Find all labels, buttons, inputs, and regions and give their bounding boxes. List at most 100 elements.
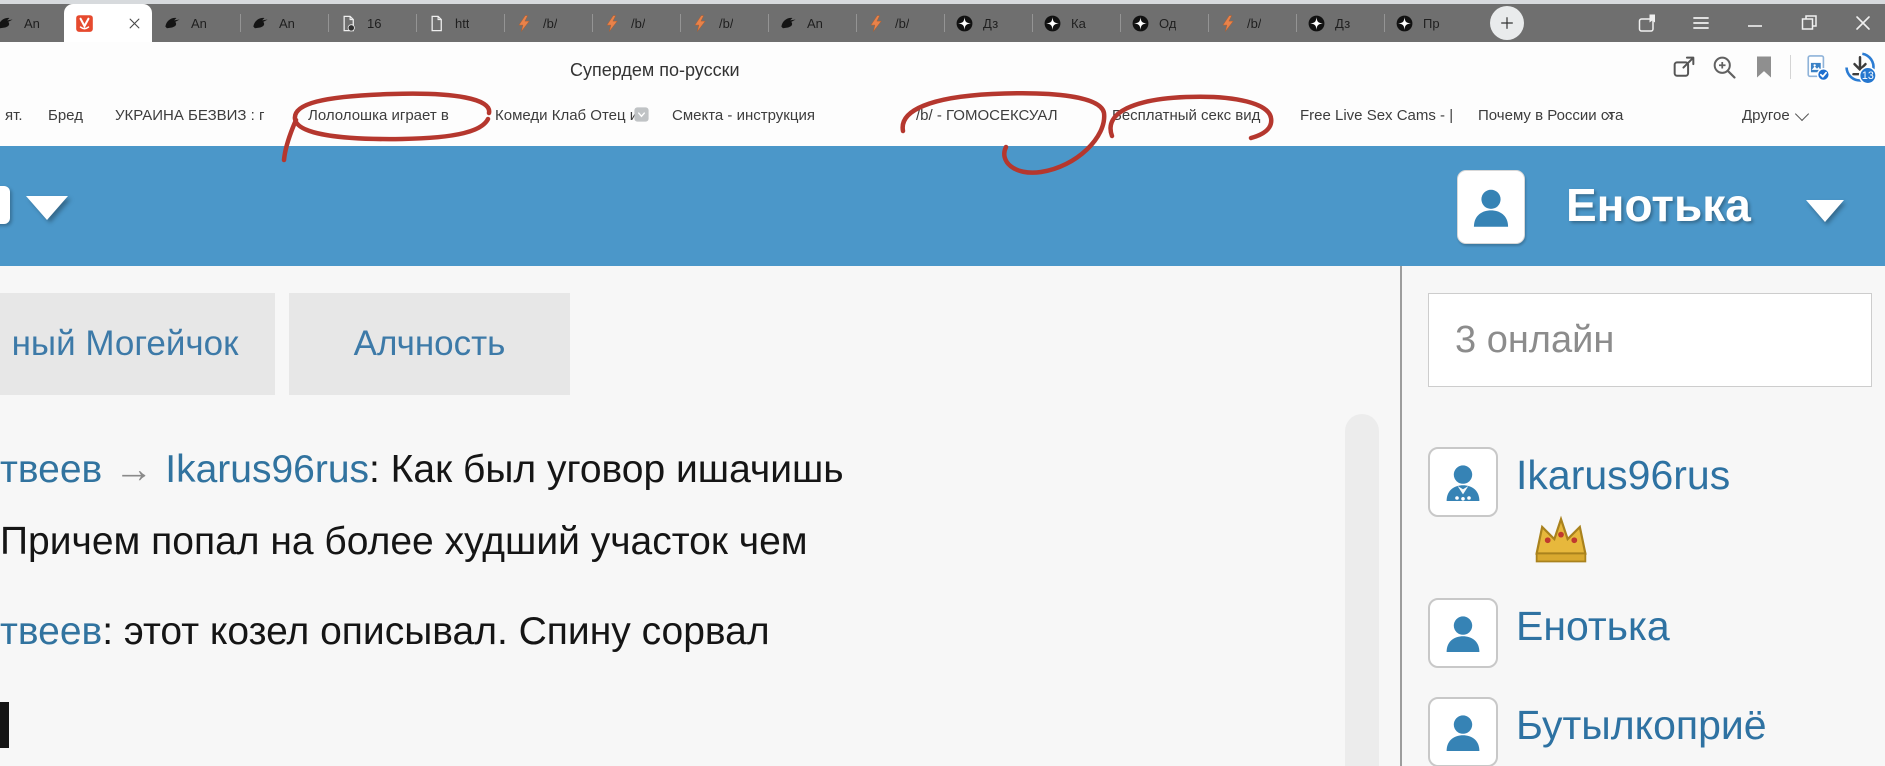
bookmark-item[interactable]: /b/ - ГОМОСЕКСУАЛ bbox=[916, 107, 1058, 124]
bookmark-favicon[interactable] bbox=[633, 106, 650, 123]
browser-tab[interactable]: An bbox=[240, 4, 328, 42]
browser-tab[interactable]: Ка bbox=[1032, 4, 1120, 42]
menu-icon[interactable] bbox=[1689, 11, 1713, 35]
user-list-name[interactable]: Ikarus96rus bbox=[1516, 452, 1730, 499]
chat-sender-link[interactable]: твеев bbox=[0, 610, 102, 653]
tab-title: Од bbox=[1159, 16, 1176, 31]
chat-text: Причем попал на более худший участок чем bbox=[0, 520, 808, 563]
bookmark-item[interactable]: Free Live Sex Cams - | bbox=[1300, 107, 1453, 124]
chat-text: : Как был уговор ишачишь bbox=[369, 448, 844, 491]
user-menu[interactable]: Енотька bbox=[1566, 178, 1751, 232]
favorites-icon[interactable] bbox=[1750, 53, 1778, 81]
browser-tab[interactable]: An bbox=[768, 4, 856, 42]
v-logo-icon bbox=[75, 14, 94, 33]
tab-title: /b/ bbox=[895, 16, 909, 31]
chat-scrollbar-thumb[interactable] bbox=[1345, 414, 1379, 766]
tab-actions-icon[interactable] bbox=[1635, 11, 1659, 35]
tab-title: Дз bbox=[983, 16, 998, 31]
browser-tab[interactable]: Од bbox=[1120, 4, 1208, 42]
restore-icon[interactable] bbox=[1797, 11, 1821, 35]
bookmarks-other-label: Другое bbox=[1742, 107, 1790, 124]
browser-tab[interactable]: Дз bbox=[1296, 4, 1384, 42]
browser-tab[interactable]: Дз bbox=[944, 4, 1032, 42]
bookmarks-other-folder[interactable]: Другое bbox=[1742, 107, 1807, 124]
bookmark-item[interactable]: УКРАИНА БЕЗВИЗ : г bbox=[115, 107, 264, 124]
lightning-icon bbox=[1219, 14, 1238, 33]
browser-window: An An An 16 htt /b/ /b/ /b/ An /b/ Дз Ка… bbox=[0, 0, 1885, 766]
browser-tab[interactable]: An bbox=[152, 4, 240, 42]
browser-tab-active[interactable] bbox=[64, 4, 152, 42]
page-title: Супердем по-русски bbox=[570, 60, 740, 81]
browser-tab[interactable]: /b/ bbox=[680, 4, 768, 42]
crown-icon bbox=[1530, 511, 1592, 565]
tab-title: /b/ bbox=[1247, 16, 1261, 31]
user-menu-caret-icon[interactable] bbox=[1806, 200, 1844, 222]
browser-tab[interactable]: htt bbox=[416, 4, 504, 42]
bird-icon bbox=[251, 14, 270, 33]
browser-tab[interactable]: /b/ bbox=[1208, 4, 1296, 42]
bookmark-item[interactable]: Смекта - инструкция bbox=[672, 107, 815, 124]
bird-icon bbox=[779, 14, 798, 33]
chat-sender-link[interactable]: твеев bbox=[0, 448, 102, 491]
browser-tab[interactable]: /b/ bbox=[856, 4, 944, 42]
zen-star-icon bbox=[1043, 14, 1062, 33]
user-list-avatar[interactable] bbox=[1428, 598, 1498, 668]
clipped-text-fragment bbox=[0, 702, 9, 748]
person-icon bbox=[1466, 182, 1516, 232]
chat-text: : этот козел описывал. Спину сорвал bbox=[102, 610, 769, 653]
tab-title: An bbox=[191, 16, 207, 31]
user-list-avatar[interactable] bbox=[1428, 697, 1498, 766]
close-tab-icon[interactable] bbox=[127, 16, 142, 31]
browser-tab[interactable]: /b/ bbox=[592, 4, 680, 42]
download-badge-count: 13 bbox=[1862, 70, 1874, 82]
tab-title: An bbox=[279, 16, 295, 31]
chat-message: Причем попал на более худший участок чем bbox=[0, 520, 808, 564]
dropdown-caret-icon[interactable] bbox=[26, 196, 68, 220]
minimize-icon[interactable] bbox=[1743, 11, 1767, 35]
tab-title: /b/ bbox=[719, 16, 733, 31]
chat-recipient-link[interactable]: Ikarus96rus bbox=[165, 448, 369, 491]
browser-tab[interactable]: 16 bbox=[328, 4, 416, 42]
document-icon bbox=[339, 14, 358, 33]
new-tab-button[interactable] bbox=[1490, 6, 1524, 40]
chat-message: твеев → Ikarus96rus: Как был уговор ишачиш… bbox=[0, 448, 844, 492]
user-avatar[interactable] bbox=[1457, 170, 1525, 244]
document-icon bbox=[427, 14, 446, 33]
bookmark-item[interactable]: Комеди Клаб Отец и bbox=[495, 107, 638, 124]
lightning-icon bbox=[691, 14, 710, 33]
browser-tab[interactable]: An bbox=[0, 4, 64, 42]
bookmark-item[interactable]: Лололошка играет в bbox=[308, 107, 449, 124]
tab-title: 16 bbox=[367, 16, 381, 31]
zoom-in-icon[interactable] bbox=[1710, 53, 1738, 81]
bookmark-item[interactable]: ят. bbox=[5, 107, 23, 124]
chat-message: твеев: этот козел описывал. Спину сорвал bbox=[0, 610, 770, 654]
browser-tab[interactable]: /b/ bbox=[504, 4, 592, 42]
bookmarks-overflow-button[interactable]: » bbox=[1605, 107, 1614, 125]
user-list-name[interactable]: Енотька bbox=[1516, 603, 1670, 650]
user-list-name[interactable]: Бутылкоприё bbox=[1516, 702, 1767, 749]
tab-title: Пр bbox=[1423, 16, 1440, 31]
room-tab[interactable]: ный Могейчок bbox=[0, 293, 275, 395]
bookmark-item[interactable]: Почему в России ста bbox=[1478, 107, 1623, 124]
bookmark-item[interactable]: Бред bbox=[48, 107, 83, 124]
page-content: ный Могейчок Алчность твеев → Ikarus96rus:… bbox=[0, 266, 1885, 766]
tab-title: Дз bbox=[1335, 16, 1350, 31]
browser-tab[interactable]: Пр bbox=[1384, 4, 1472, 42]
zen-star-icon bbox=[1131, 14, 1150, 33]
close-window-icon[interactable] bbox=[1851, 11, 1875, 35]
share-icon[interactable] bbox=[1670, 53, 1698, 81]
toolbar-icons: 13 bbox=[1670, 50, 1877, 84]
collections-image-icon[interactable] bbox=[1803, 53, 1831, 81]
window-controls bbox=[1635, 4, 1875, 42]
user-list-avatar[interactable] bbox=[1428, 447, 1498, 517]
person-icon bbox=[1439, 708, 1487, 756]
tab-title: An bbox=[24, 16, 40, 31]
downloads-icon[interactable]: 13 bbox=[1843, 50, 1877, 84]
header-left-button[interactable] bbox=[0, 186, 10, 224]
chevron-down-icon bbox=[1795, 106, 1809, 120]
bookmark-item[interactable]: Бесплатный секс вид bbox=[1112, 107, 1260, 124]
room-tab[interactable]: Алчность bbox=[289, 293, 570, 395]
arrow-icon: → bbox=[114, 448, 153, 491]
bird-icon bbox=[163, 14, 182, 33]
lightning-icon bbox=[867, 14, 886, 33]
